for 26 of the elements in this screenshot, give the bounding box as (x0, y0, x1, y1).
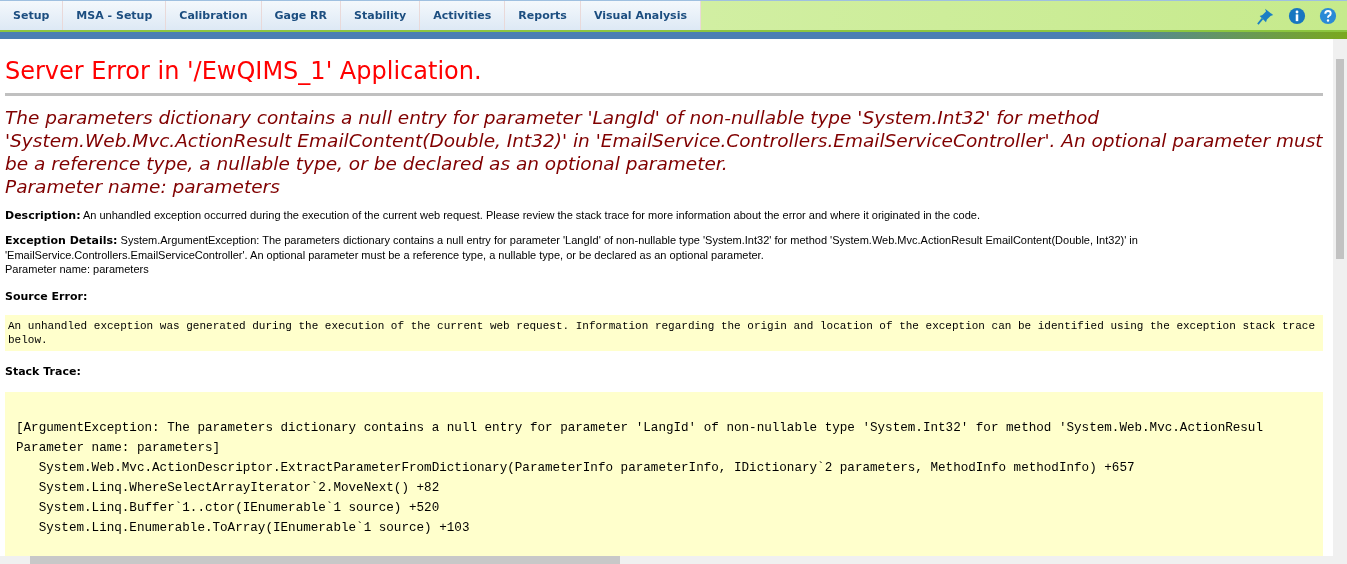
nav-tab[interactable]: Visual Analysis (580, 1, 701, 30)
stack-trace-line: System.Linq.Enumerable.ToArray(IEnumerable`1 source) +103 (37, 520, 470, 537)
source-error-label: Source Error: (5, 290, 89, 303)
stack-trace-line: System.Linq.WhereSelectArrayIterator`2.MoveNext() +82 (37, 480, 440, 497)
source-error-text: An unhandled exception was generated during the execution of the current web request. Information regarding the origin and location of the exception can be identified using the exception stack trace below. (5, 315, 1323, 351)
nav-tab[interactable]: Reports (505, 1, 581, 30)
exception-details-text: Exception Details: System.ArgumentException: The parameters dictionary contains a null entry for parameter 'LangId' of non-nullable type 'System.Int32' for method 'System.Web.Mvc.ActionResult EmailContent(Double, Int32)' in 'EmailService.Controllers.EmailServiceController'. An optional parameter must be a reference type, a nullable type, or be declared as an optional parameter. Parameter name: parameters (5, 233, 1139, 276)
nav-tab[interactable]: Setup (0, 1, 64, 30)
stack-trace-line: Parameter name: parameters] (16, 440, 221, 457)
horizontal-scrollbar[interactable] (0, 556, 1347, 564)
nav-tab[interactable]: Gage RR (261, 1, 342, 30)
nav-tab[interactable]: Calibration (166, 1, 262, 30)
error-title: Server Error in '/EwQIMS_1' Application. (5, 57, 483, 85)
nav-tab[interactable]: MSA - Setup (63, 1, 167, 30)
info-icon[interactable] (1288, 6, 1306, 25)
pin-icon[interactable] (1257, 6, 1275, 25)
help-icon[interactable] (1319, 6, 1337, 25)
stack-trace-line: [ArgumentException: The parameters dictionary contains a null entry for parameter 'LangId' of non-nullable type 'System.Int32' for method 'System.Web.Mvc.ActionResul (16, 420, 1263, 437)
nav-tab[interactable]: Activities (420, 1, 506, 30)
stack-trace-line: System.Web.Mvc.ActionDescriptor.ExtractParameterFromDictionary(ParameterInfo parameterInfo, IDictionary`2 parameters, MethodInfo methodInfo) +657 (37, 460, 1135, 477)
stack-trace-label: Stack Trace: (5, 365, 82, 378)
error-message: The parameters dictionary contains a null entry for parameter 'LangId' of non-nullable type 'System.Int32' for method 'System.Web.Mvc.ActionResult EmailContent(Double, Int32)' in 'EmailService.Controllers.EmailServiceController'. An optional parameter must be a reference type, a nullable type, or be declared as an optional parameter. Parameter name: parameters (5, 106, 1323, 198)
description-text: Description: An unhandled exception occurred during the execution of the current web request. Please review the stack trace for more information about the error and where it originated in the code. (5, 208, 982, 223)
vertical-scrollbar[interactable] (1333, 39, 1347, 556)
stack-trace-line: System.Linq.Buffer`1..ctor(IEnumerable`1 source) +520 (37, 500, 440, 517)
nav-tab[interactable]: Stability (341, 1, 421, 30)
